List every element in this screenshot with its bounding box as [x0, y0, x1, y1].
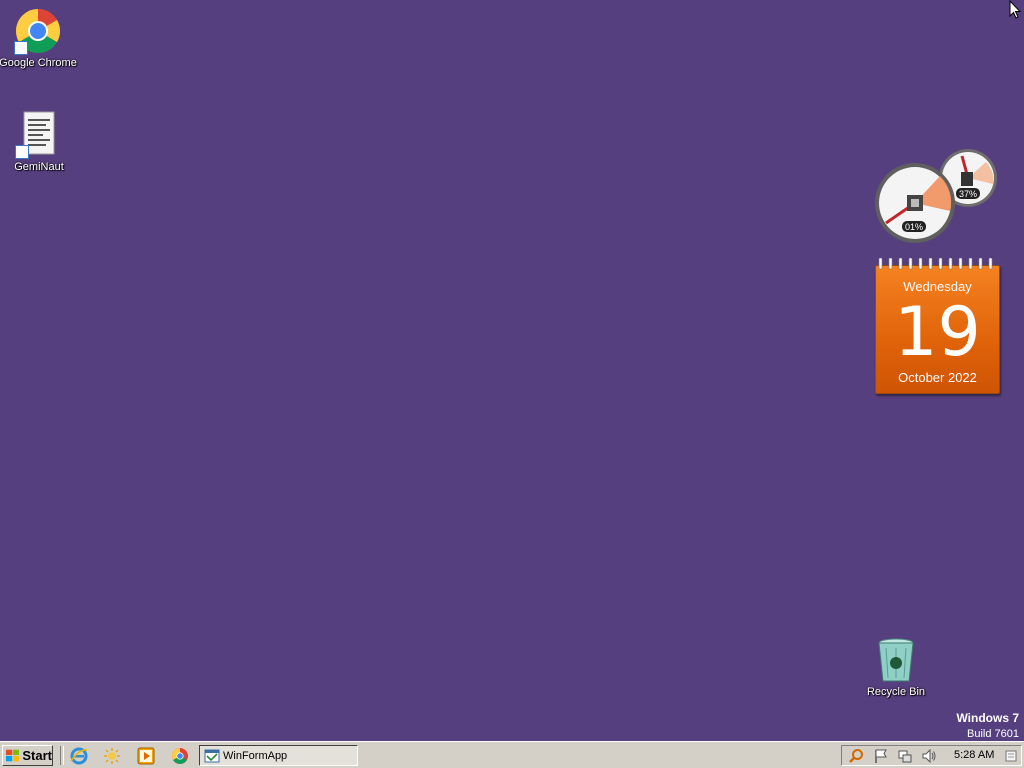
- app-window-icon: [204, 749, 220, 762]
- media-player-icon[interactable]: [137, 747, 155, 765]
- taskbar: Start WinFormApp 5:28 AM: [0, 741, 1024, 768]
- system-tray: 5:28 AM: [841, 745, 1022, 766]
- flag-icon[interactable]: [873, 748, 889, 764]
- quick-launch-separator: [60, 746, 64, 765]
- desktop-icon-geminaut[interactable]: GemiNaut: [0, 111, 80, 173]
- internet-explorer-icon[interactable]: [70, 747, 88, 765]
- network-icon[interactable]: [897, 748, 913, 764]
- shortcut-arrow-icon: [14, 41, 28, 55]
- calendar-gadget[interactable]: Wednesday 19 October 2022: [875, 258, 1000, 394]
- calendar-binding-rings: [878, 258, 993, 270]
- calendar-day: 19: [894, 293, 981, 372]
- memory-percent-text: 37%: [959, 189, 977, 199]
- calendar-weekday: Wednesday: [903, 279, 972, 294]
- notification-icon[interactable]: [1003, 748, 1019, 764]
- desktop-icon-label: Recycle Bin: [866, 686, 926, 698]
- chrome-icon[interactable]: [171, 747, 189, 765]
- tray-clock[interactable]: 5:28 AM: [954, 749, 994, 761]
- desktop-icon-label: GemiNaut: [14, 161, 64, 173]
- taskbar-button-winformapp[interactable]: WinFormApp: [199, 745, 358, 766]
- shortcut-arrow-icon: [15, 145, 29, 159]
- document-shortcut-icon: [15, 111, 63, 159]
- windows-logo-icon: [6, 749, 20, 762]
- start-label: Start: [22, 748, 52, 763]
- explorer-folder-icon[interactable]: [103, 747, 121, 765]
- windows-build: Build 7601: [967, 728, 1019, 740]
- desktop[interactable]: Google Chrome GemiNaut Recycle Bin 01% 3…: [0, 0, 1024, 741]
- desktop-icon-label: Google Chrome: [0, 57, 77, 69]
- calendar-month-year: October 2022: [898, 370, 977, 385]
- cpu-percent-text: 01%: [905, 222, 923, 232]
- mouse-cursor-icon: [1009, 0, 1021, 19]
- volume-icon[interactable]: [921, 748, 937, 764]
- calendar-page: Wednesday 19 October 2022: [875, 265, 1000, 394]
- desktop-icon-google-chrome[interactable]: Google Chrome: [0, 7, 79, 69]
- cpu-meter-gadget[interactable]: 01% 37%: [873, 148, 1001, 244]
- task-label: WinFormApp: [223, 749, 288, 762]
- chrome-icon: [14, 7, 62, 55]
- start-button[interactable]: Start: [2, 745, 53, 766]
- recycle-bin-icon: [872, 636, 920, 684]
- windows-version-watermark: Windows 7 Build 7601: [956, 710, 1019, 741]
- windows-name: Windows 7: [956, 711, 1019, 725]
- desktop-icon-recycle-bin[interactable]: Recycle Bin: [855, 636, 937, 698]
- search-icon[interactable]: [848, 748, 864, 764]
